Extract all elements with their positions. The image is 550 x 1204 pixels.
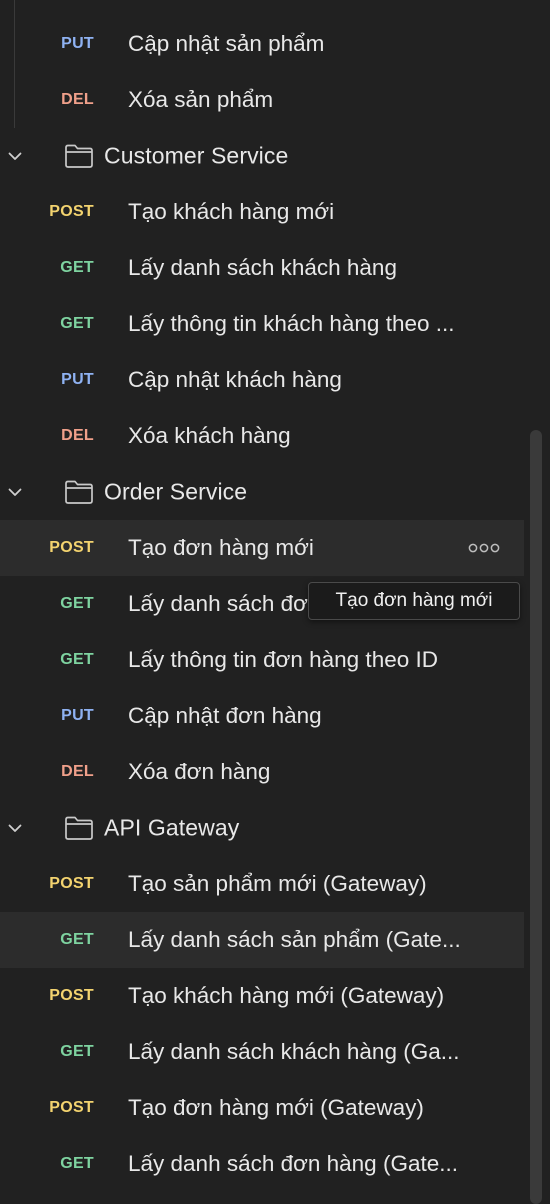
request-row[interactable]: GET Lấy thông tin khách hàng theo ... [0,296,524,352]
request-row[interactable]: DEL Xóa khách hàng [0,408,524,464]
folder-row[interactable]: Order Service [0,464,524,520]
request-row[interactable]: GET Lấy danh sách khách hàng (Ga... [0,1024,524,1080]
method-badge: POST [49,539,94,556]
method-badge: DEL [61,91,94,108]
request-title: Xóa đơn hàng [128,759,271,784]
method-badge: DEL [61,427,94,444]
request-title: Tạo đơn hàng mới [128,535,314,560]
request-row[interactable]: GET Lấy danh sách khách hàng [0,240,524,296]
request-title: Xóa sản phẩm [128,87,274,112]
chevron-down-icon[interactable] [6,483,24,501]
method-badge: GET [60,1155,94,1172]
method-badge: DEL [61,763,94,780]
request-row[interactable]: GET Lấy danh sách đơn hàng (Gate... [0,1136,524,1192]
method-badge: GET [60,315,94,332]
request-row[interactable]: DEL Xóa sản phẩm [0,72,524,128]
folder-row[interactable]: Customer Service [0,128,524,184]
request-row[interactable]: PUT Cập nhật đơn hàng [0,688,524,744]
request-row[interactable]: PUT Cập nhật khách hàng [0,352,524,408]
request-title: Lấy danh sách đơn hàng (Gate... [128,1151,458,1176]
more-options-icon[interactable] [468,541,500,555]
request-title: Tạo đơn hàng mới (Gateway) [128,1095,424,1120]
request-title: Tạo khách hàng mới (Gateway) [128,983,445,1008]
request-row[interactable]: POST Tạo đơn hàng mới [0,520,524,576]
folder-title: API Gateway [104,814,240,841]
folder-icon [64,815,94,841]
scrollbar[interactable] [530,430,542,1204]
folder-title: Order Service [104,478,248,505]
folder-icon [64,479,94,505]
method-badge: GET [60,651,94,668]
request-row[interactable]: DEL Xóa đơn hàng [0,744,524,800]
request-title: Lấy thông tin đơn hàng theo ID [128,647,438,672]
request-row[interactable]: GET Lấy danh sách sản phẩm (Gate... [0,912,524,968]
method-badge: PUT [61,35,94,52]
request-row[interactable]: GET Lấy thông tin đơn hàng theo ID [0,632,524,688]
method-badge: POST [49,875,94,892]
request-title: Tạo khách hàng mới [128,199,335,224]
request-title: Lấy thông tin khách hàng theo ... [128,311,455,336]
request-row[interactable]: POST Tạo sản phẩm mới (Gateway) [0,856,524,912]
folder-icon [64,143,94,169]
request-row[interactable]: POST Tạo khách hàng mới [0,184,524,240]
request-title: Xóa khách hàng [128,423,291,448]
tooltip: Tạo đơn hàng mới [308,582,520,620]
method-badge: POST [49,1099,94,1116]
method-badge: POST [49,203,94,220]
request-title: Cập nhật đơn hàng [128,703,322,728]
request-title: Lấy danh sách sản phẩm (Gate... [128,927,461,952]
folder-row[interactable]: API Gateway [0,800,524,856]
method-badge: PUT [61,371,94,388]
request-title: Cập nhật sản phẩm [128,31,325,56]
method-badge: GET [60,259,94,276]
method-badge: PUT [61,707,94,724]
request-title: Cập nhật khách hàng [128,367,342,392]
request-row[interactable]: POST Tạo khách hàng mới (Gateway) [0,968,524,1024]
chevron-down-icon[interactable] [6,819,24,837]
request-row[interactable]: POST Tạo đơn hàng mới (Gateway) [0,1080,524,1136]
request-title: Tạo sản phẩm mới (Gateway) [128,871,427,896]
method-badge: GET [60,595,94,612]
chevron-down-icon[interactable] [6,147,24,165]
request-row[interactable]: PUT Cập nhật sản phẩm [0,16,524,72]
request-title: Lấy danh sách khách hàng (Ga... [128,1039,460,1064]
folder-title: Customer Service [104,142,289,169]
method-badge: GET [60,931,94,948]
method-badge: GET [60,1043,94,1060]
request-title: Lấy danh sách khách hàng [128,255,397,280]
method-badge: POST [49,987,94,1004]
